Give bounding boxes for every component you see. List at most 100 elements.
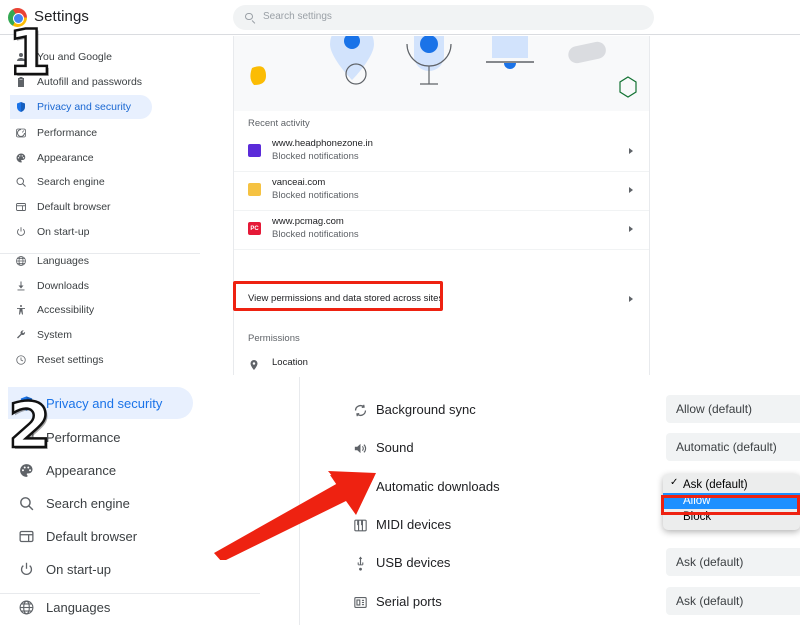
recent-activity-row[interactable]: PC www.pcmag.com Blocked notifications (234, 211, 649, 250)
favicon-text: PC (250, 225, 259, 232)
permission-value-select[interactable]: Ask (default) (666, 587, 800, 615)
recent-activity-row[interactable]: vanceai.com Blocked notifications (234, 172, 649, 211)
permission-value-select[interactable]: Automatic (default) (666, 433, 800, 461)
search-input-placeholder[interactable]: Search settings (263, 11, 332, 22)
sidebar-item-label: Autofill and passwords (37, 76, 143, 88)
hero-svg (250, 36, 637, 98)
site-favicon (248, 183, 261, 196)
site-favicon (248, 144, 261, 157)
sidebar-item-on-start-up[interactable]: On start-up (8, 553, 193, 585)
sidebar-item-default-browser[interactable]: Default browser (10, 195, 152, 219)
permission-label: Automatic downloads (376, 479, 500, 494)
dropdown-option-label: Allow (683, 495, 711, 507)
site-name: www.headphonezone.in (272, 138, 373, 149)
browser-window-icon (10, 201, 32, 213)
sidebar-item-appearance[interactable]: Appearance (10, 146, 152, 170)
browser-window-icon (18, 530, 34, 542)
sidebar-item-reset-settings[interactable]: Reset settings (10, 348, 152, 372)
sidebar-item-system[interactable]: System (10, 323, 152, 347)
site-name: www.pcmag.com (272, 216, 344, 227)
download-icon (10, 280, 32, 292)
sidebar-item-label: Appearance (46, 462, 117, 478)
serial-port-icon (350, 592, 370, 612)
power-icon (20, 562, 32, 575)
permission-row-location[interactable]: Location (234, 356, 649, 375)
search-icon (10, 176, 32, 188)
sidebar-divider (0, 253, 200, 254)
sidebar-item-label: Reset settings (37, 354, 104, 366)
search-settings-box[interactable]: Search settings (233, 5, 654, 30)
globe-icon (19, 600, 33, 614)
sidebar-item-label: Accessibility (37, 304, 95, 316)
permission-row[interactable]: Serial ports Ask (default) (300, 583, 800, 621)
accessibility-icon (17, 305, 25, 315)
permission-label: MIDI devices (376, 517, 452, 532)
dropdown-option-block[interactable]: Block (663, 509, 800, 525)
sidebar-item-search-engine[interactable]: Search engine (8, 487, 193, 519)
sidebar-item-search-engine[interactable]: Search engine (10, 170, 152, 194)
sidebar-item-on-start-up[interactable]: On start-up (10, 220, 152, 244)
settings-header: Settings Search settings (0, 0, 800, 35)
dropdown-option-ask-default[interactable]: Ask (default) (663, 477, 800, 493)
accessibility-icon (10, 304, 32, 316)
permission-label: USB devices (376, 555, 451, 570)
chevron-right-icon (629, 296, 633, 302)
browser-window-icon (16, 203, 26, 211)
sync-icon (354, 404, 366, 416)
site-status: Blocked notifications (272, 229, 359, 240)
sidebar-item-default-browser[interactable]: Default browser (8, 520, 193, 552)
globe-icon (16, 256, 26, 266)
recent-activity-heading: Recent activity (248, 118, 310, 129)
sidebar-item-label: System (37, 329, 73, 341)
palette-icon (8, 462, 44, 479)
step-marker-2: 2 (7, 389, 53, 462)
dropdown-option-label: Ask (default) (683, 479, 748, 491)
chevron-right-icon (629, 187, 633, 193)
permission-row[interactable]: Background sync Allow (default) (300, 391, 800, 429)
search-icon (245, 12, 255, 23)
restore-icon (16, 355, 26, 365)
permission-value-label: Automatic (default) (676, 440, 777, 454)
search-icon (8, 495, 44, 512)
palette-icon (10, 152, 32, 164)
power-icon (10, 226, 32, 238)
sidebar-item-privacy-and-security[interactable]: Privacy and security (10, 95, 152, 119)
speaker-icon (350, 438, 370, 458)
dropdown-option-allow[interactable]: Allow (663, 493, 800, 509)
sidebar-item-performance[interactable]: Performance (10, 121, 152, 145)
shield-icon (10, 101, 32, 113)
search-icon (19, 496, 33, 510)
recent-activity-row[interactable]: www.headphonezone.in Blocked notification… (234, 133, 649, 172)
automatic-downloads-select-popup[interactable]: Ask (default) Allow Block (663, 474, 800, 530)
permission-row[interactable]: Sound Automatic (default) (300, 429, 800, 467)
sidebar-item-label: Languages (46, 599, 111, 615)
sidebar-item-label: Default browser (46, 528, 138, 544)
palette-icon (19, 463, 33, 477)
wrench-icon (10, 329, 32, 341)
sidebar-item-languages[interactable]: Languages (8, 591, 193, 623)
permission-label: Sound (376, 440, 414, 455)
dropdown-option-label: Block (683, 511, 712, 523)
sidebar-item-downloads[interactable]: Downloads (10, 274, 152, 298)
view-permissions-link[interactable]: View permissions and data stored across … (234, 283, 649, 313)
site-status: Blocked notifications (272, 151, 359, 162)
download-icon (17, 281, 25, 291)
permission-value-select[interactable]: Ask (default) (666, 548, 800, 576)
sidebar-item-label: Performance (46, 429, 121, 445)
sidebar-item-label: Languages (37, 255, 89, 267)
power-icon (8, 561, 44, 578)
sidebar-divider (0, 593, 260, 594)
sidebar-item-accessibility[interactable]: Accessibility (10, 298, 152, 322)
permission-label: Serial ports (376, 594, 442, 609)
sidebar-item-label: Privacy and security (37, 101, 131, 113)
restore-icon (10, 354, 32, 366)
serial-port-icon (353, 596, 367, 608)
wrench-icon (17, 330, 26, 339)
palette-icon (16, 153, 26, 163)
step-marker-1: 1 (7, 16, 53, 89)
sidebar-item-label: Search engine (37, 176, 105, 188)
location-pin-icon (250, 360, 258, 370)
sidebar-item-label: On start-up (37, 226, 90, 238)
permission-value-select[interactable]: Allow (default) (666, 395, 800, 423)
chevron-right-icon (629, 148, 633, 154)
